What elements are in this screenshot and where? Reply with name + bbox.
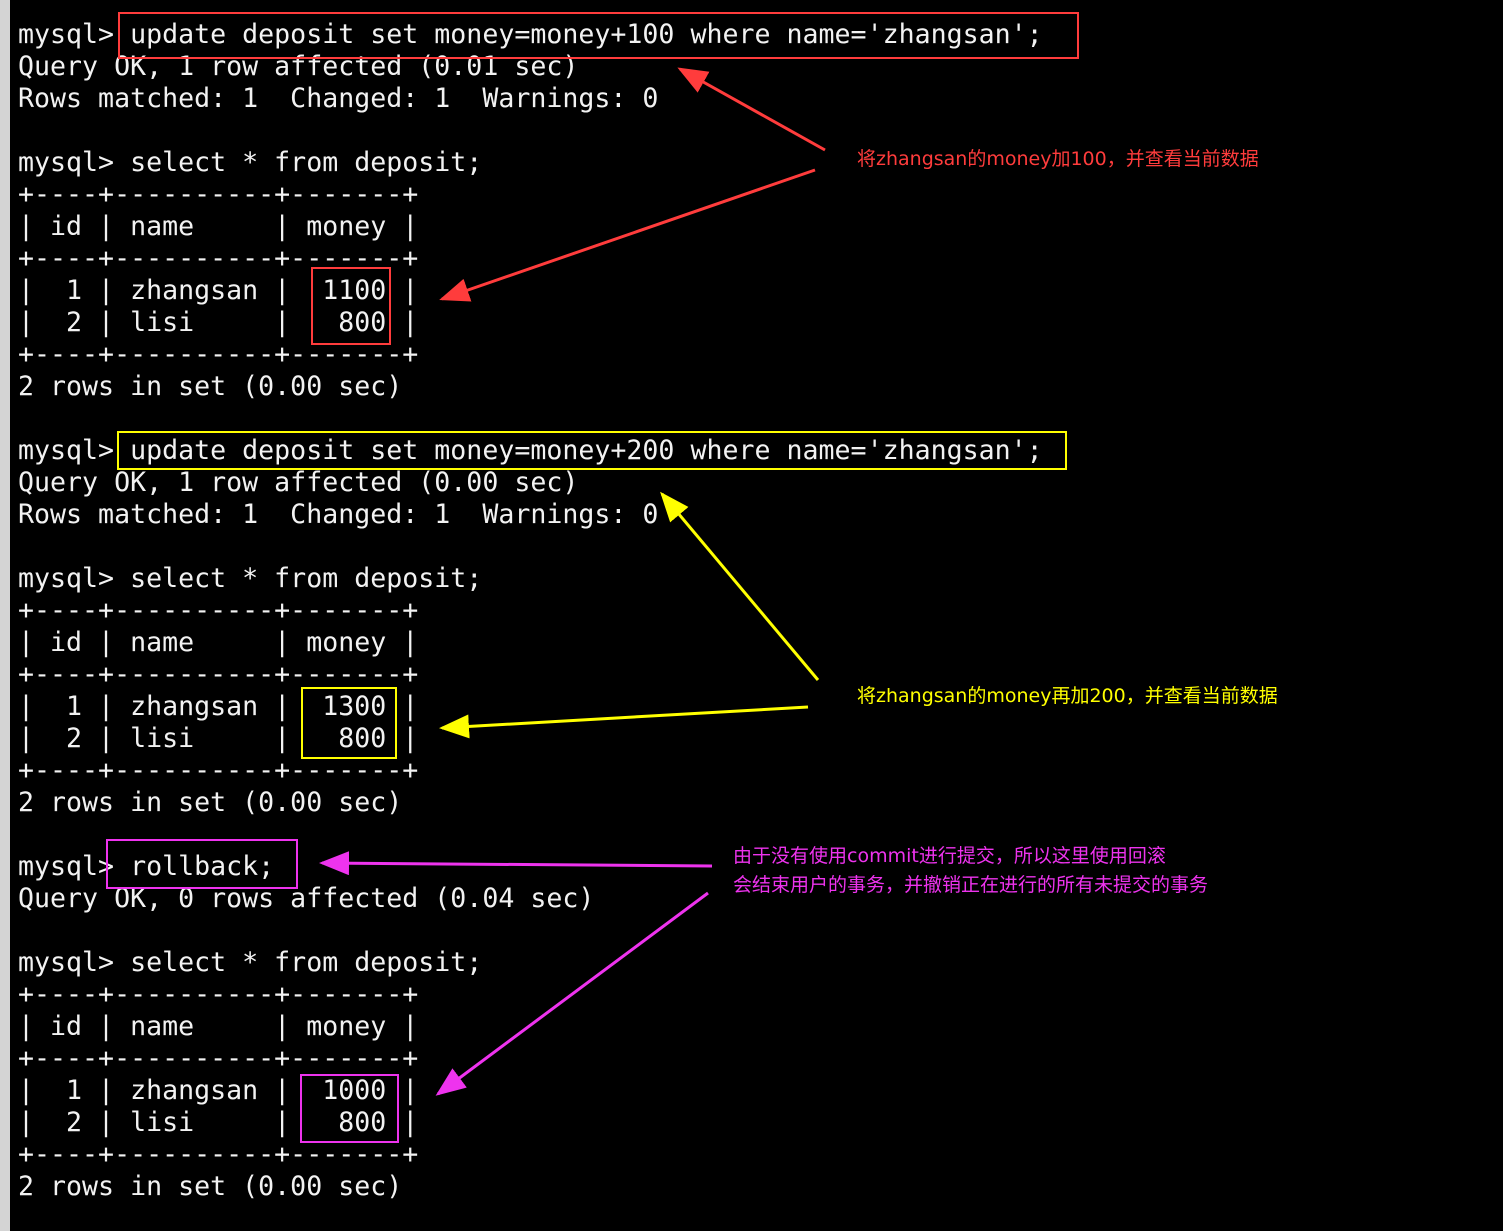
annotation-rollback: 由于没有使用commit进行提交，所以这里使用回滚 会结束用户的事务，并撤销正在… — [733, 842, 1208, 900]
arrow-magenta-2 — [435, 891, 709, 1096]
arrow-yellow-1 — [660, 491, 820, 681]
annotation-rollback-line1: 由于没有使用commit进行提交，所以这里使用回滚 — [733, 845, 1166, 867]
annotation-second-update: 将zhangsan的money再加200，并查看当前数据 — [857, 685, 1278, 707]
arrow-red-1 — [677, 67, 826, 152]
arrow-yellow-2 — [439, 705, 809, 739]
arrow-red-2 — [439, 168, 816, 302]
annotation-first-update: 将zhangsan的money加100，并查看当前数据 — [857, 148, 1259, 170]
annotation-rollback-line2: 会结束用户的事务，并撤销正在进行的所有未提交的事务 — [733, 874, 1209, 896]
annotation-arrows — [319, 67, 826, 1096]
arrow-magenta-1 — [319, 851, 713, 876]
